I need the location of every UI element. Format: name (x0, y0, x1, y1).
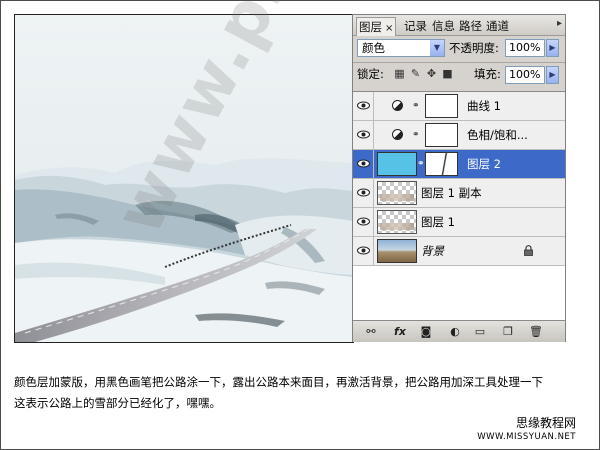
fill-input[interactable]: 100% (505, 66, 545, 84)
layer-row-hue-saturation[interactable]: ⚭ 色相/饱和... (353, 121, 565, 150)
caption-line-1: 颜色层加蒙版，用黑色画笔把公路涂一下，露出公路本来面目，再激活背景，把公路用加深… (14, 375, 543, 389)
tab-history[interactable]: 记录 (402, 18, 429, 34)
document-canvas[interactable] (14, 14, 354, 343)
fill-label: 填充: (474, 67, 501, 81)
brand-url: WWW.MISSYUAN.NET (477, 432, 576, 442)
visibility-toggle[interactable] (353, 208, 374, 236)
lock-icon (524, 245, 533, 256)
layer-name: 色相/饱和... (467, 128, 528, 142)
lock-all-icon[interactable]: ■ (442, 68, 453, 79)
layer-thumbnail[interactable] (377, 181, 417, 205)
opacity-input[interactable]: 100% (505, 39, 545, 57)
layer-name: 背景 (421, 244, 444, 258)
link-icon[interactable]: ⚭ (412, 130, 420, 140)
fx-icon[interactable]: fx (391, 325, 409, 338)
layer-thumbnail[interactable] (377, 239, 417, 263)
opacity-slider-button[interactable]: ▶ (546, 39, 559, 57)
visibility-toggle[interactable] (353, 92, 374, 120)
layer-name: 图层 1 副本 (421, 186, 482, 200)
panel-tab-bar: 图层 × 记录 信息 路径 通道 ▸ (353, 15, 565, 36)
eye-icon (357, 159, 370, 168)
layers-panel: 图层 × 记录 信息 路径 通道 ▸ 颜色 ▼ 不透明度: 100% ▶ 锁定: … (352, 14, 566, 342)
snow-landscape-image (15, 15, 353, 342)
chevron-down-icon: ▼ (430, 40, 444, 56)
adjustment-layer-icon (392, 100, 403, 111)
new-layer-icon[interactable]: ❐ (501, 325, 515, 338)
blend-opacity-row: 颜色 ▼ 不透明度: 100% ▶ (353, 37, 565, 61)
layer-row-curves[interactable]: ⚭ 曲线 1 (353, 92, 565, 121)
link-icon[interactable]: ⚭ (417, 159, 425, 169)
lock-paint-icon[interactable]: ✎ (410, 68, 421, 79)
tutorial-caption: 颜色层加蒙版，用黑色画笔把公路涂一下，露出公路本来面目，再激活背景，把公路用加深… (14, 372, 584, 414)
brand-name: 思缘教程网 (515, 416, 576, 430)
blend-mode-value: 颜色 (362, 41, 385, 55)
layers-bottom-toolbar: ⚯ fx ◙ ◐ ▭ ❐ 🗑 (353, 320, 565, 342)
visibility-toggle[interactable] (353, 150, 374, 178)
blend-mode-select[interactable]: 颜色 ▼ (357, 39, 445, 57)
mask-icon[interactable]: ◙ (419, 325, 433, 338)
lock-position-icon[interactable]: ✥ (426, 68, 437, 79)
tab-info[interactable]: 信息 (430, 18, 457, 34)
tab-layers[interactable]: 图层 × (356, 17, 397, 36)
tab-paths[interactable]: 路径 (457, 18, 484, 34)
layer-mask-thumbnail[interactable] (425, 94, 458, 118)
layer-row-background[interactable]: 背景 (353, 237, 565, 266)
eye-icon (357, 188, 370, 197)
caption-line-2: 这表示公路上的雪部分已经化了，嘿嘿。 (14, 396, 221, 410)
eye-icon (357, 246, 370, 255)
visibility-toggle[interactable] (353, 237, 374, 265)
close-icon[interactable]: × (385, 23, 393, 34)
visibility-toggle[interactable] (353, 121, 374, 149)
layer-mask-thumbnail[interactable] (425, 123, 458, 147)
site-brand: 思缘教程网 WWW.MISSYUAN.NET (477, 414, 576, 442)
layer-name: 图层 1 (421, 215, 455, 229)
tab-layers-label: 图层 (359, 20, 382, 34)
layers-list: ⚭ 曲线 1 ⚭ 色相/饱和... ⚭ 图层 2 图层 1 副本 图层 1 背景 (353, 91, 565, 320)
eye-icon (357, 130, 370, 139)
link-icon[interactable]: ⚭ (412, 101, 420, 111)
panel-menu-icon[interactable]: ▸ (557, 18, 562, 29)
lock-fill-row: 锁定: ▦ ✎ ✥ ■ 填充: 100% ▶ (353, 65, 565, 89)
layer-name: 曲线 1 (467, 99, 501, 113)
layer-color-thumbnail[interactable] (377, 152, 417, 176)
trash-icon[interactable]: 🗑 (529, 325, 543, 338)
layer-mask-thumbnail[interactable] (425, 152, 458, 176)
layer-row-layer-2[interactable]: ⚭ 图层 2 (353, 150, 565, 179)
layer-thumbnail[interactable] (377, 210, 417, 234)
adjustment-icon[interactable]: ◐ (447, 325, 463, 338)
layer-row-layer-1-copy[interactable]: 图层 1 副本 (353, 179, 565, 208)
link-icon[interactable]: ⚯ (363, 325, 379, 338)
eye-icon (357, 101, 370, 110)
opacity-label: 不透明度: (449, 41, 499, 55)
fill-slider-button[interactable]: ▶ (546, 66, 559, 84)
folder-icon[interactable]: ▭ (473, 325, 487, 338)
adjustment-layer-icon (392, 129, 403, 140)
visibility-toggle[interactable] (353, 179, 374, 207)
layer-name: 图层 2 (467, 157, 501, 171)
lock-transparency-icon[interactable]: ▦ (394, 68, 405, 79)
lock-label: 锁定: (357, 67, 384, 81)
eye-icon (357, 217, 370, 226)
layer-row-layer-1[interactable]: 图层 1 (353, 208, 565, 237)
tab-channels[interactable]: 通道 (484, 18, 511, 34)
divider (353, 62, 565, 63)
